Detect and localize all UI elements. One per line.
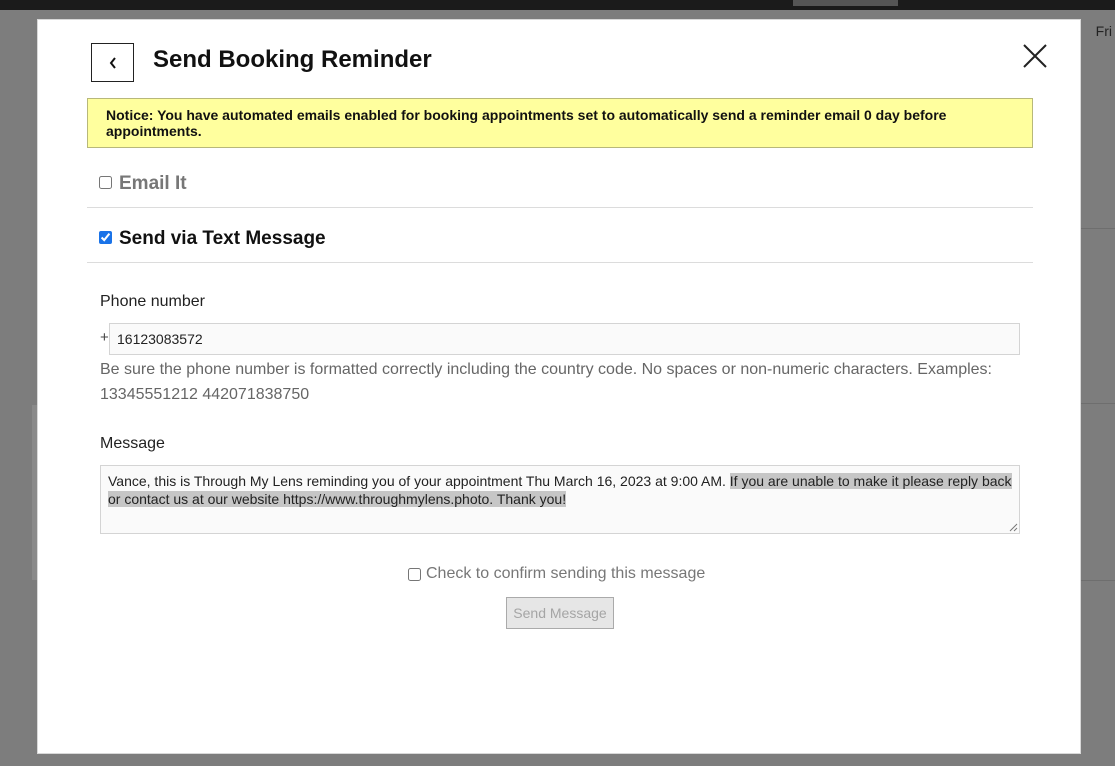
email-it-label[interactable]: Email It <box>119 173 187 195</box>
message-textarea[interactable]: Vance, this is Through My Lens reminding… <box>100 465 1020 534</box>
background-divider <box>1081 580 1115 581</box>
confirm-send-label[interactable]: Check to confirm sending this message <box>426 565 705 583</box>
message-text: Vance, this is Through My Lens reminding… <box>108 473 730 489</box>
send-via-text-checkbox[interactable] <box>99 231 112 244</box>
send-message-button[interactable]: Send Message <box>506 597 614 629</box>
confirm-send-checkbox[interactable] <box>408 567 421 581</box>
background-divider <box>1081 403 1115 404</box>
resize-handle-icon[interactable] <box>1009 523 1018 532</box>
send-reminder-modal: Send Booking Reminder Notice: You have a… <box>37 19 1081 754</box>
close-icon[interactable] <box>1022 43 1048 69</box>
calendar-day-label: Fri <box>1095 23 1112 39</box>
phone-help-text: Be sure the phone number is formatted co… <box>100 361 992 403</box>
app-top-bar <box>0 0 1115 10</box>
automated-email-notice: Notice: You have automated emails enable… <box>87 98 1033 148</box>
back-button[interactable] <box>91 43 134 82</box>
send-via-text-label[interactable]: Send via Text Message <box>119 228 326 250</box>
confirm-send-row: Check to confirm sending this message <box>408 565 705 583</box>
sms-option-row: Send via Text Message <box>87 218 1033 263</box>
message-label: Message <box>100 435 165 452</box>
modal-title: Send Booking Reminder <box>153 46 432 73</box>
app-top-bar-tab[interactable] <box>793 0 898 6</box>
phone-number-label: Phone number <box>100 293 205 310</box>
chevron-left-icon <box>109 56 116 69</box>
phone-prefix: + <box>100 329 109 346</box>
phone-number-input[interactable] <box>109 323 1020 355</box>
background-divider <box>1081 228 1115 229</box>
email-option-row: Email It <box>87 163 1033 208</box>
email-it-checkbox[interactable] <box>99 176 112 189</box>
